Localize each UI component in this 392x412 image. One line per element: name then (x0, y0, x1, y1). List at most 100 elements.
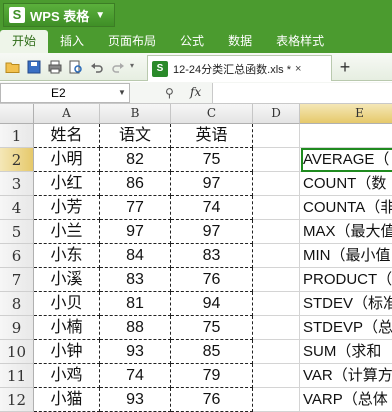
function-name-cell[interactable]: SUM（求和 (300, 340, 392, 364)
data-cell[interactable]: 小芳 (34, 196, 100, 220)
row-header-8[interactable]: 8 (0, 292, 34, 316)
row-header-3[interactable]: 3 (0, 172, 34, 196)
row-header-9[interactable]: 9 (0, 316, 34, 340)
column-header-b[interactable]: B (100, 104, 171, 124)
data-cell[interactable] (253, 244, 300, 268)
data-cell[interactable] (253, 316, 300, 340)
magnifier-icon[interactable]: ⚲ (165, 86, 174, 100)
data-cell[interactable] (253, 268, 300, 292)
data-cell[interactable]: 82 (100, 148, 171, 172)
data-cell[interactable]: 79 (171, 364, 253, 388)
data-cell[interactable] (253, 340, 300, 364)
data-cell[interactable]: 小猫 (34, 388, 100, 412)
header-cell[interactable]: 英语 (171, 124, 253, 148)
data-cell[interactable]: 77 (100, 196, 171, 220)
data-cell[interactable]: 小兰 (34, 220, 100, 244)
app-menu-button[interactable]: S WPS 表格 ▼ (3, 3, 115, 27)
data-cell[interactable]: 小贝 (34, 292, 100, 316)
function-name-cell[interactable]: MIN（最小值 (300, 244, 392, 268)
function-name-cell[interactable]: PRODUCT（ (300, 268, 392, 292)
close-tab-button[interactable]: × (295, 63, 301, 75)
new-tab-button[interactable]: + (336, 57, 354, 77)
redo-icon[interactable] (110, 59, 126, 75)
data-cell[interactable]: 74 (171, 196, 253, 220)
data-cell[interactable]: 86 (100, 172, 171, 196)
data-cell[interactable] (253, 148, 300, 172)
data-cell[interactable]: 小明 (34, 148, 100, 172)
data-cell[interactable]: 97 (171, 220, 253, 244)
name-box-dropdown-icon[interactable]: ▼ (114, 83, 130, 103)
data-cell[interactable]: 83 (171, 244, 253, 268)
tab-table-styles[interactable]: 表格样式 (264, 30, 336, 53)
data-cell[interactable] (253, 172, 300, 196)
data-cell[interactable]: 小鸡 (34, 364, 100, 388)
header-cell[interactable] (253, 124, 300, 148)
data-cell[interactable]: 93 (100, 388, 171, 412)
data-cell[interactable]: 84 (100, 244, 171, 268)
function-name-cell[interactable]: MAX（最大值 (300, 220, 392, 244)
function-name-cell[interactable]: STDEVP（总 (300, 316, 392, 340)
header-cell[interactable]: 语文 (100, 124, 171, 148)
data-cell[interactable] (253, 292, 300, 316)
tab-data[interactable]: 数据 (216, 30, 264, 53)
data-cell[interactable]: 94 (171, 292, 253, 316)
tab-formulas[interactable]: 公式 (168, 30, 216, 53)
function-name-cell[interactable]: STDEV（标准 (300, 292, 392, 316)
data-cell[interactable] (253, 388, 300, 412)
data-cell[interactable]: 81 (100, 292, 171, 316)
tab-insert[interactable]: 插入 (48, 30, 96, 53)
row-header-1[interactable]: 1 (0, 124, 34, 148)
column-header-d[interactable]: D (253, 104, 300, 124)
select-all-corner[interactable] (0, 104, 34, 124)
formula-input[interactable] (212, 83, 392, 103)
print-icon[interactable] (47, 59, 63, 75)
function-name-cell[interactable]: COUNT（数 (300, 172, 392, 196)
column-header-a[interactable]: A (34, 104, 100, 124)
row-header-2[interactable]: 2 (0, 148, 34, 172)
row-header-11[interactable]: 11 (0, 364, 34, 388)
function-name-cell[interactable]: COUNTA（非 (300, 196, 392, 220)
undo-icon[interactable] (89, 59, 105, 75)
data-cell[interactable]: 小钟 (34, 340, 100, 364)
name-box[interactable]: E2 (0, 83, 130, 103)
data-cell[interactable]: 97 (171, 172, 253, 196)
data-cell[interactable]: 小楠 (34, 316, 100, 340)
tab-page-layout[interactable]: 页面布局 (96, 30, 168, 53)
row-header-7[interactable]: 7 (0, 268, 34, 292)
data-cell[interactable]: 93 (100, 340, 171, 364)
data-cell[interactable] (253, 196, 300, 220)
row-header-5[interactable]: 5 (0, 220, 34, 244)
data-cell[interactable]: 75 (171, 316, 253, 340)
toolbar-overflow-icon[interactable]: ▾ (130, 61, 134, 70)
data-cell[interactable]: 小红 (34, 172, 100, 196)
document-tab[interactable]: S 12-24分类汇总函数.xls * × (147, 55, 332, 81)
data-cell[interactable] (253, 364, 300, 388)
function-name-cell[interactable]: VAR（计算方 (300, 364, 392, 388)
row-header-10[interactable]: 10 (0, 340, 34, 364)
data-cell[interactable] (253, 220, 300, 244)
header-cell[interactable] (300, 124, 392, 148)
header-cell[interactable]: 姓名 (34, 124, 100, 148)
data-cell[interactable]: 83 (100, 268, 171, 292)
row-header-6[interactable]: 6 (0, 244, 34, 268)
save-icon[interactable] (26, 59, 42, 75)
open-folder-icon[interactable] (5, 59, 21, 75)
data-cell[interactable]: 小溪 (34, 268, 100, 292)
function-name-cell[interactable]: VARP（总体 (300, 388, 392, 412)
fx-icon[interactable]: fx (190, 85, 201, 99)
data-cell[interactable]: 74 (100, 364, 171, 388)
data-cell[interactable]: 88 (100, 316, 171, 340)
data-cell[interactable]: 小东 (34, 244, 100, 268)
data-cell[interactable]: 76 (171, 268, 253, 292)
data-cell[interactable]: 76 (171, 388, 253, 412)
data-cell[interactable]: 85 (171, 340, 253, 364)
data-cell[interactable]: 97 (100, 220, 171, 244)
row-header-12[interactable]: 12 (0, 388, 34, 412)
column-header-c[interactable]: C (171, 104, 253, 124)
tab-home[interactable]: 开始 (0, 30, 49, 53)
data-cell[interactable]: 75 (171, 148, 253, 172)
preview-icon[interactable] (68, 59, 84, 75)
column-header-e[interactable]: E (300, 104, 392, 124)
row-header-4[interactable]: 4 (0, 196, 34, 220)
active-cell-cursor[interactable] (301, 148, 392, 172)
